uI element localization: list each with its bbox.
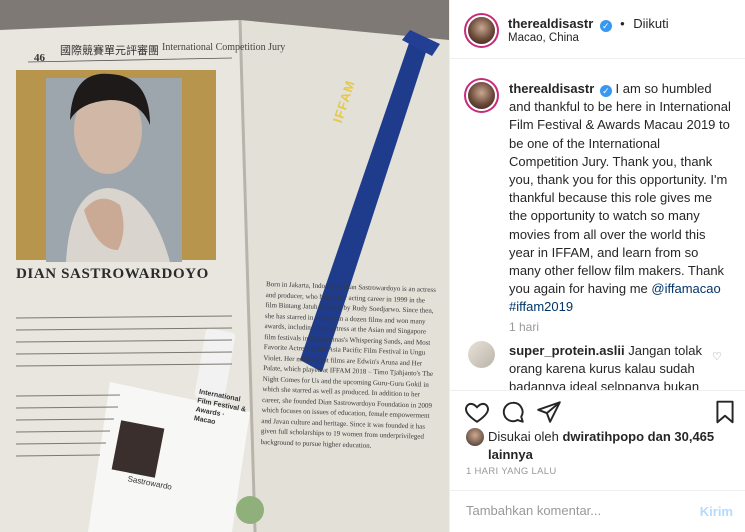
caption-text: I am so humbled and thankful to be here …: [509, 81, 731, 297]
separator-dot: •: [620, 16, 625, 31]
likes-prefix: Disukai oleh: [488, 429, 563, 444]
page-number: 46: [34, 52, 45, 64]
bookmark-icon[interactable]: [712, 399, 738, 425]
hashtag-link[interactable]: #iffam2019: [509, 299, 573, 314]
comment-item: super_protein.aslii Jangan tolak orang k…: [509, 342, 719, 390]
commenter-username[interactable]: super_protein.aslii: [509, 343, 625, 358]
liker-avatar[interactable]: [466, 428, 484, 446]
page-header-english: International Competition Jury: [162, 42, 286, 53]
caption-avatar[interactable]: [468, 82, 495, 109]
commenter-avatar[interactable]: [468, 341, 495, 368]
post-header: therealdisastr ✓ • Diikuti Macao, China: [450, 0, 745, 59]
page-header-chinese: 國際競賽單元評審團: [60, 44, 159, 57]
follow-status-button[interactable]: Diikuti: [633, 16, 668, 31]
comments-section[interactable]: therealdisastr ✓ I am so humbled and tha…: [450, 60, 745, 390]
comment-bubble-icon[interactable]: [500, 399, 526, 425]
author-line: therealdisastr ✓ • Diikuti: [508, 15, 669, 33]
liker-username[interactable]: dwiratihpopo: [562, 429, 644, 444]
mention-link[interactable]: @iffamacao: [651, 281, 720, 296]
like-heart-icon[interactable]: [464, 399, 490, 425]
caption: therealdisastr ✓ I am so humbled and tha…: [509, 80, 733, 317]
likes-text: Disukai oleh dwiratihpopo dan 30,465 lai…: [488, 428, 728, 464]
location-link[interactable]: Macao, China: [508, 32, 579, 44]
verified-badge-icon: ✓: [599, 85, 612, 97]
post-photo[interactable]: 46 國際競賽單元評審團 International Competition J…: [0, 0, 449, 532]
verified-badge-icon: ✓: [599, 20, 612, 32]
action-bar: [450, 390, 745, 432]
author-avatar[interactable]: [468, 17, 495, 44]
post-comment-button[interactable]: Kirim: [700, 504, 733, 519]
share-icon[interactable]: [536, 399, 562, 425]
author-username[interactable]: therealdisastr: [508, 16, 593, 31]
caption-age: 1 hari: [509, 320, 540, 334]
comment-input[interactable]: [466, 503, 686, 518]
book-bio-text: Born in Jakarta, Indonesia, Dian Sastrow…: [260, 280, 437, 450]
post-timestamp[interactable]: 1 HARI YANG LALU: [466, 466, 557, 477]
post-panel: therealdisastr ✓ • Diikuti Macao, China …: [449, 0, 745, 532]
jury-name: DIAN SASTROWARDOYO: [16, 266, 209, 282]
comment-like-icon[interactable]: ♡: [712, 350, 722, 363]
caption-username[interactable]: therealdisastr: [509, 81, 594, 96]
add-comment-bar: Kirim: [450, 490, 745, 532]
